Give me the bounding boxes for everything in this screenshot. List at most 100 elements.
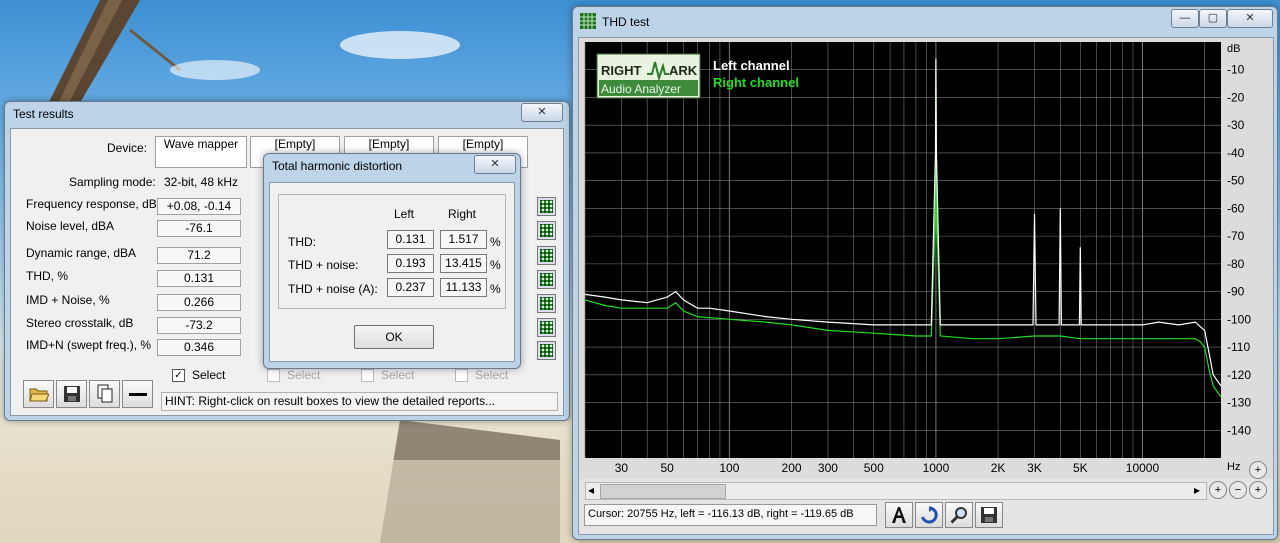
y-tick-label: -90 xyxy=(1227,285,1245,299)
hint-bar: HINT: Right-click on result boxes to vie… xyxy=(161,392,558,411)
spectrum-chart: -10 -20 -30 -40 -50 -60 -70 -80 -90 -100 -110 -120 -… xyxy=(579,38,1273,479)
thd-noise-row-label: THD + noise: xyxy=(288,258,359,272)
result-box-imd-noise[interactable]: 0.266 xyxy=(157,294,241,311)
save-graph-button[interactable] xyxy=(975,502,1003,528)
x-tick-label: 500 xyxy=(864,461,884,475)
thd-dialog-title: Total harmonic distortion xyxy=(272,159,403,173)
x-tick-label: 200 xyxy=(782,461,802,475)
thd-dialog-titlebar[interactable]: Total harmonic distortion ✕ xyxy=(264,154,520,178)
thd-noise-a-right-value[interactable]: 11.133 xyxy=(440,278,487,297)
thd-noise-unit: % xyxy=(490,258,501,272)
ok-button[interactable]: OK xyxy=(354,325,434,349)
copy-pages-icon xyxy=(97,384,112,403)
vertical-zoom-button[interactable]: + xyxy=(1249,461,1267,479)
minimize-button[interactable]: — xyxy=(1171,9,1199,28)
scroll-right-arrow[interactable]: ▸ xyxy=(1194,483,1200,497)
test-results-close-button[interactable]: ✕ xyxy=(521,103,563,122)
thd-right-value[interactable]: 1.517 xyxy=(440,230,487,249)
maximize-button[interactable]: ▢ xyxy=(1199,9,1227,28)
report-grid-button-6[interactable] xyxy=(537,318,556,337)
close-icon: ✕ xyxy=(490,158,500,170)
font-button[interactable] xyxy=(885,502,913,528)
thd-noise-left-value[interactable]: 0.193 xyxy=(387,254,434,273)
result-label-frequency-response: Frequency response, dB xyxy=(26,197,157,211)
report-grid-button-2[interactable] xyxy=(537,221,556,240)
x-tick-label: 3K xyxy=(1027,461,1042,475)
thd-test-titlebar[interactable]: THD test — ▢ ✕ xyxy=(573,7,1277,31)
zoom-out-button[interactable]: − xyxy=(1229,481,1247,499)
open-folder-button[interactable] xyxy=(23,380,54,408)
select-checkbox-2[interactable] xyxy=(267,369,280,382)
report-grid-button-7[interactable] xyxy=(537,341,556,360)
result-label-imd-noise: IMD + Noise, % xyxy=(26,293,110,307)
result-box-stereo-crosstalk[interactable]: -73.2 xyxy=(157,317,241,334)
refresh-icon xyxy=(921,506,938,524)
x-tick-label: 10000 xyxy=(1126,461,1160,475)
result-box-imd-swept[interactable]: 0.346 xyxy=(157,339,241,356)
thd-noise-right-value[interactable]: 13.415 xyxy=(440,254,487,273)
col-left-header: Left xyxy=(394,207,415,221)
select-label-3: Select xyxy=(381,368,415,382)
zoom-tool-button[interactable] xyxy=(945,502,973,528)
col-right-header: Right xyxy=(448,207,477,221)
y-tick-label: -40 xyxy=(1227,146,1245,160)
close-icon: ✕ xyxy=(537,106,547,118)
device-label: Device: xyxy=(107,141,148,155)
thd-left-value[interactable]: 0.131 xyxy=(387,230,434,249)
result-label-thd: THD, % xyxy=(26,269,68,283)
thd-test-close-button[interactable]: ✕ xyxy=(1227,9,1273,28)
result-label-imd-swept: IMD+N (swept freq.), % xyxy=(26,338,152,352)
report-grid-button-1[interactable] xyxy=(537,197,556,216)
result-label-stereo-crosstalk: Stereo crosstalk, dB xyxy=(26,316,134,330)
zoom-in-icon: + xyxy=(1214,484,1222,496)
thd-dialog-client: Left Right THD: 0.131 1.517 % THD + nois… xyxy=(269,182,515,362)
report-grid-button-3[interactable] xyxy=(537,246,556,265)
scroll-left-arrow[interactable]: ◂ xyxy=(588,483,594,497)
x-tick-label: 2K xyxy=(991,461,1006,475)
report-grid-button-5[interactable] xyxy=(537,294,556,313)
result-box-frequency-response[interactable]: +0.08, -0.14 xyxy=(157,198,241,215)
copy-report-button[interactable] xyxy=(89,380,120,408)
hint-text: HINT: Right-click on result boxes to vie… xyxy=(165,394,496,408)
select-checkbox-1[interactable]: ✓ xyxy=(172,369,185,382)
thd-dialog-close-button[interactable]: ✕ xyxy=(474,155,516,174)
zoom-in-button-2[interactable]: + xyxy=(1249,481,1267,499)
save-button[interactable] xyxy=(56,380,87,408)
zoom-in-button[interactable]: + xyxy=(1209,481,1227,499)
result-box-noise-level[interactable]: -76.1 xyxy=(157,220,241,237)
logo-ark-text: ARK xyxy=(669,63,698,78)
y-tick-label: -80 xyxy=(1227,257,1245,271)
zoom-in-icon: + xyxy=(1254,464,1262,476)
remove-button[interactable] xyxy=(122,380,153,408)
y-tick-label: -30 xyxy=(1227,118,1245,132)
minimize-icon: — xyxy=(1179,12,1191,24)
magnifier-icon xyxy=(950,507,967,524)
test-results-titlebar[interactable]: Test results ✕ xyxy=(5,102,569,126)
y-tick-label: -10 xyxy=(1227,63,1245,77)
horizontal-scrollbar[interactable]: ◂ ▸ xyxy=(585,482,1207,500)
thd-noise-a-left-value[interactable]: 0.237 xyxy=(387,278,434,297)
font-a-icon xyxy=(892,507,906,523)
floppy-disk-icon xyxy=(981,507,997,523)
device-slot-1[interactable]: Wave mapper xyxy=(155,136,247,168)
floppy-disk-icon xyxy=(63,386,80,402)
close-icon: ✕ xyxy=(1245,12,1255,24)
plot-background xyxy=(585,42,1221,458)
zoom-out-icon: − xyxy=(1234,484,1242,496)
result-box-dynamic-range[interactable]: 71.2 xyxy=(157,247,241,264)
app-grid-icon xyxy=(580,13,596,29)
check-icon: ✓ xyxy=(174,370,183,381)
x-tick-label: 100 xyxy=(719,461,739,475)
scroll-thumb[interactable] xyxy=(600,484,726,499)
thd-test-title: THD test xyxy=(602,15,650,29)
result-box-thd[interactable]: 0.131 xyxy=(157,270,241,287)
logo-right-text: RIGHT xyxy=(601,63,642,78)
select-checkbox-3[interactable] xyxy=(361,369,374,382)
thd-noise-a-unit: % xyxy=(490,282,501,296)
legend-right-channel: Right channel xyxy=(713,75,799,90)
y-tick-label: -130 xyxy=(1227,396,1251,410)
refresh-button[interactable] xyxy=(915,502,943,528)
report-grid-button-4[interactable] xyxy=(537,270,556,289)
select-checkbox-4[interactable] xyxy=(455,369,468,382)
thd-unit: % xyxy=(490,235,501,249)
